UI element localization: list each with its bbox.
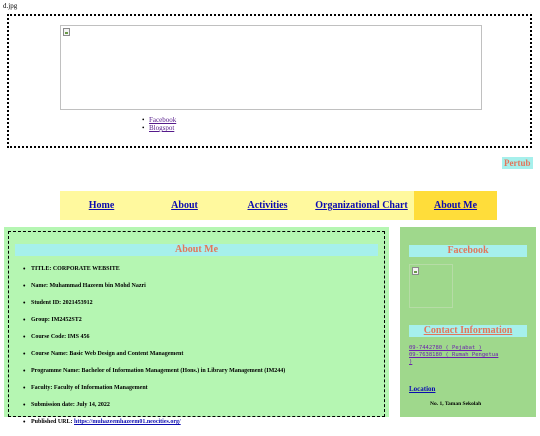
list-item: TITLE: CORPORATE WEBSITE (23, 266, 285, 283)
list-item: Student ID: 2021453912 (23, 300, 285, 317)
social-links: Facebook Blogspot (141, 116, 176, 132)
scrolling-marquee: Pertub (502, 157, 533, 169)
blogspot-link[interactable]: Blogspot (149, 124, 174, 132)
list-item: Published URL: https://muhazeemhazeem01.… (23, 419, 285, 436)
main-nav: Home About Activities Organizational Cha… (60, 191, 497, 220)
nav-organizational-chart[interactable]: Organizational Chart (309, 191, 414, 220)
phone-principal-link[interactable]: 09-7638180 ( Rumah Pengetua (409, 352, 498, 358)
broken-image-icon (412, 267, 419, 275)
nav-home[interactable]: Home (60, 191, 143, 220)
list-item: Group: IM2452ST2 (23, 317, 285, 334)
phone-office-link[interactable]: 09-7442780 ( Pejabat ) (409, 345, 482, 351)
phone-principal-link-cont[interactable]: ) (409, 359, 412, 365)
banner-image (60, 25, 482, 110)
contact-info-heading[interactable]: Contact Information (409, 325, 527, 337)
file-name: d.jpg (3, 2, 18, 10)
about-me-list: TITLE: CORPORATE WEBSITE Name: Muhammad … (23, 266, 285, 436)
header-box: Facebook Blogspot (7, 14, 532, 148)
published-url-link[interactable]: https://muhazeemhazeem01.neocities.org/ (74, 419, 181, 425)
list-item: Faculty: Faculty of Information Manageme… (23, 385, 285, 402)
list-item: Course Code: IMS 456 (23, 334, 285, 351)
sidebar: Facebook Contact Information 09-7442780 … (400, 227, 536, 417)
list-item: Name: Muhammad Hazeem bin Mohd Nazri (23, 283, 285, 300)
facebook-image[interactable] (409, 264, 453, 308)
location-link[interactable]: Location (409, 385, 435, 393)
about-me-title: About Me (15, 244, 378, 256)
facebook-link[interactable]: Facebook (149, 116, 176, 124)
facebook-heading: Facebook (409, 245, 527, 257)
published-url-label: Published URL: (31, 419, 73, 425)
broken-image-icon (63, 28, 70, 36)
nav-about[interactable]: About (143, 191, 226, 220)
list-item: Programme Name: Bachelor of Information … (23, 368, 285, 385)
list-item: Blogspot (141, 124, 176, 132)
nav-activities[interactable]: Activities (226, 191, 309, 220)
list-item: Facebook (141, 116, 176, 124)
list-item: Course Name: Basic Web Design and Conten… (23, 351, 285, 368)
nav-about-me[interactable]: About Me (414, 191, 497, 220)
about-me-box: About Me TITLE: CORPORATE WEBSITE Name: … (8, 231, 385, 426)
address-line: No. 1, Taman Sekolah (430, 401, 482, 407)
main-content: About Me TITLE: CORPORATE WEBSITE Name: … (4, 227, 389, 426)
